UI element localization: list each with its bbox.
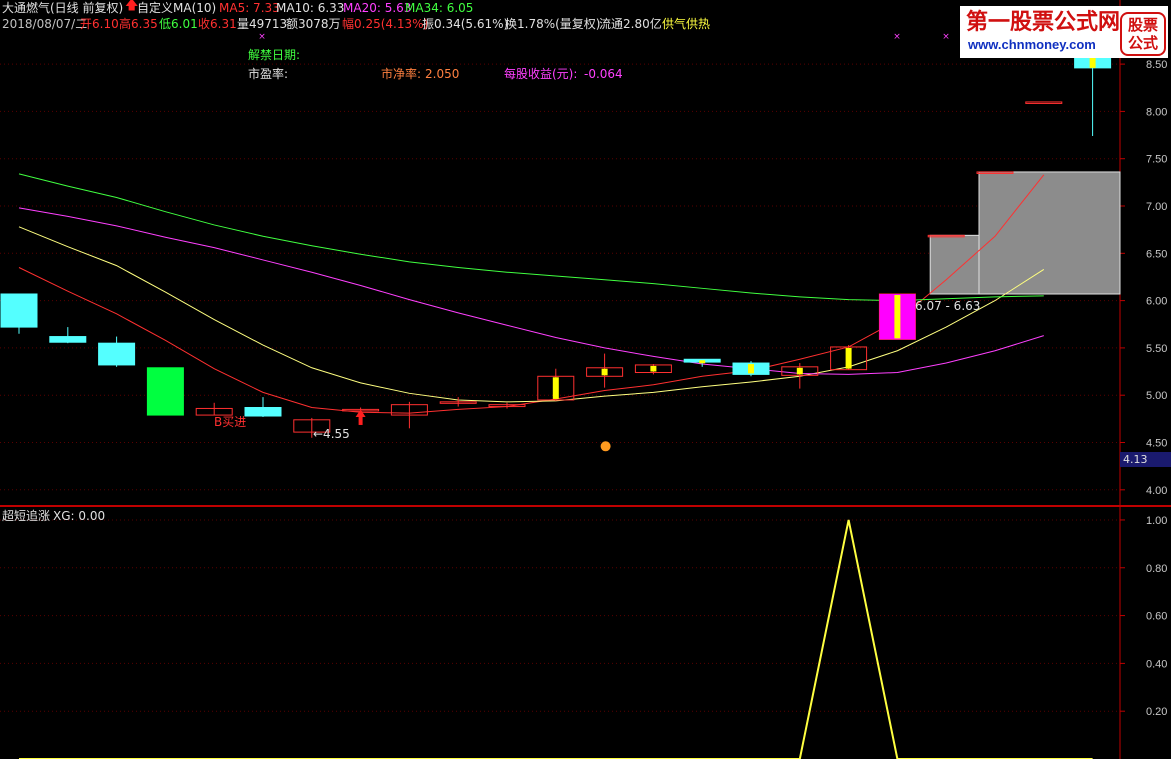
y-tick-label: 4.50 [1146, 438, 1167, 450]
y-tick-label: 5.50 [1146, 343, 1167, 355]
period-label[interactable]: (日线 前复权) [50, 1, 123, 15]
signal-highlight [845, 347, 852, 369]
range-label: 6.07 - 6.63 [915, 299, 981, 313]
badge-bottom: 公式 [1127, 34, 1158, 52]
ma10-value: MA10: 6.33 [276, 1, 345, 15]
ma34-line [18, 173, 1044, 302]
y-tick-label: 6.50 [1146, 248, 1167, 260]
y-tick-label: 7.00 [1146, 201, 1167, 213]
watermark-title: 第一股票公式网 [966, 10, 1121, 35]
buy-arrow-icon [358, 416, 363, 425]
watermark-badge: 股票 公式 [1120, 12, 1166, 56]
candle-body [98, 342, 136, 366]
pb-value: 2.050 [425, 67, 460, 81]
pb-label: 市净率: [381, 67, 422, 81]
kline-chart[interactable]: 4.00 4.50 5.00 5.50 6.00 6.50 7.00 7.50 8.00 8.50… [0, 0, 1171, 759]
x-marker: × [258, 32, 266, 42]
signal-highlight [796, 367, 803, 375]
volume: 量49713 [237, 17, 288, 31]
xg-line [19, 519, 1093, 759]
signal-highlight [552, 377, 559, 399]
signal-highlight [601, 368, 608, 376]
signal-highlight [650, 365, 657, 372]
y-tick-label: 4.00 [1146, 485, 1167, 497]
indicator-name[interactable]: 自定义MA(10) [137, 1, 216, 15]
site-watermark: 第一股票公式网 www.chnmoney.com 股票 公式 [960, 6, 1168, 58]
ma34-value: MA34: 6.05 [405, 1, 474, 15]
eps-label: 每股收益(元): [504, 67, 578, 81]
high-label: 高 [119, 17, 132, 31]
sub-panel-title[interactable]: 超短追涨 [2, 509, 50, 523]
candle-body [244, 407, 282, 417]
pe-label: 市盈率: [248, 67, 289, 81]
candle-body [1025, 101, 1063, 104]
ma20-value: MA20: 5.63 [343, 1, 412, 15]
change-value: 0.25(4.13%) [354, 17, 429, 31]
signal-highlight [894, 294, 901, 339]
low-price-marker: ←4.55 [313, 427, 350, 441]
signal-highlight [1089, 57, 1096, 68]
amplitude: 振0.34(5.61%) [422, 17, 509, 31]
close-value: 6.31 [210, 17, 237, 31]
y-tick-label: 8.50 [1146, 59, 1167, 71]
x-marker: × [942, 32, 950, 42]
close-label: 收 [198, 17, 211, 31]
candle-body [49, 336, 87, 343]
ma20-line [18, 207, 1044, 375]
y-tick-label: 0.60 [1146, 611, 1167, 623]
low-label: 低 [159, 17, 172, 31]
high-value: 6.35 [131, 17, 158, 31]
unlock-date-label: 解禁日期: [248, 48, 301, 62]
ma5-value: MA5: 7.33 [219, 1, 280, 15]
candle-body [146, 367, 184, 416]
y-tick-label: 7.50 [1146, 154, 1167, 166]
concept-tag[interactable]: 供气供热 [662, 17, 710, 31]
y-tick-label: 0.40 [1146, 658, 1167, 670]
candle-body [0, 293, 38, 328]
x-marker: × [893, 32, 901, 42]
y-tick-label: 0.80 [1146, 563, 1167, 575]
y-tick-label: 5.00 [1146, 390, 1167, 402]
y-tick-label: 8.00 [1146, 106, 1167, 118]
date: 2018/08/07/二 [2, 17, 88, 31]
low-value: 6.01 [171, 17, 198, 31]
float-shares: 流通2.80亿 [599, 17, 662, 31]
signal-highlight [699, 360, 706, 364]
y-tick-label: 6.00 [1146, 296, 1167, 308]
open-value: 6.10 [92, 17, 119, 31]
open-label: 开 [80, 17, 93, 31]
xg-value: XG: 0.00 [53, 509, 106, 523]
turnover: 换1.78%(量复权) [505, 17, 601, 31]
gray-box-3 [978, 171, 1121, 295]
eps-value: -0.064 [584, 67, 623, 81]
peach-icon [600, 441, 611, 452]
y-tick-label: 1.00 [1146, 515, 1167, 527]
amount: 额3078万 [286, 17, 341, 31]
badge-top: 股票 [1127, 16, 1158, 34]
y-tick-label: 0.20 [1146, 706, 1167, 718]
change-label: 幅 [342, 17, 355, 31]
stock-name: 大通燃气 [2, 1, 51, 15]
watermark-url: www.chnmoney.com [968, 37, 1096, 52]
current-price-box: 4.13 [1120, 452, 1171, 467]
signal-highlight [748, 364, 754, 374]
buy-signal-label: B买进 [214, 415, 247, 429]
